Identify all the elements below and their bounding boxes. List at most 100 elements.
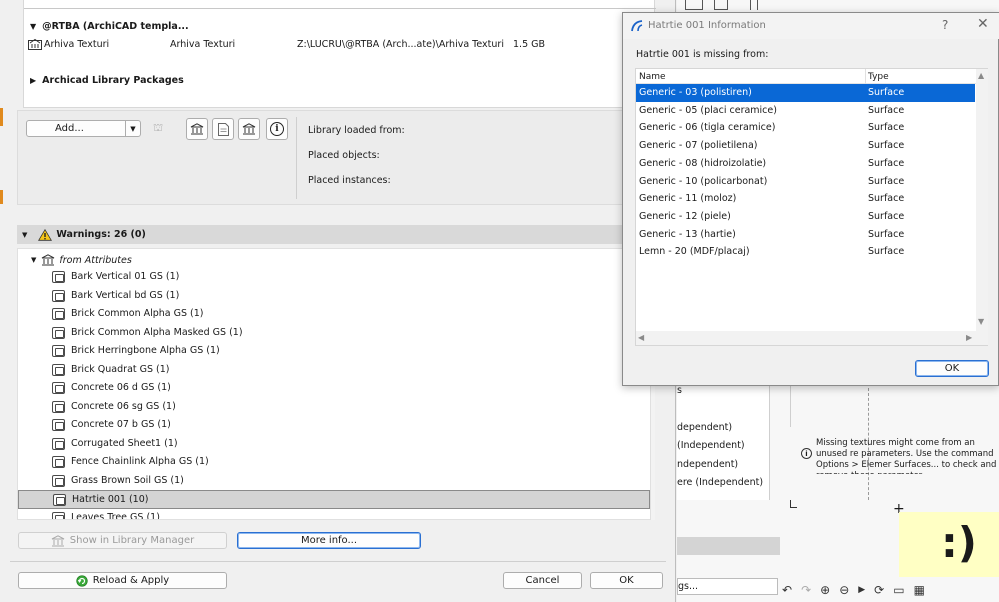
scroll-left-icon[interactable]: ◀ (638, 333, 644, 342)
box-icon[interactable] (714, 0, 728, 10)
table-row[interactable]: Generic - 08 (hidroizolatie) Surface (636, 155, 975, 173)
texture-label: Leaves Tree GS (1) (71, 511, 160, 519)
table-row[interactable]: Generic - 13 (hartie) Surface (636, 226, 975, 244)
pin-icon[interactable] (750, 0, 758, 10)
cube-icon[interactable] (685, 0, 703, 10)
library-group-packages[interactable]: ▶ Archicad Library Packages (30, 72, 330, 88)
show-in-library-manager-button[interactable]: Show in Library Manager (18, 532, 227, 549)
texture-list-item[interactable]: Fence Chainlink Alpha GS (1) (18, 453, 650, 472)
texture-label: Bark Vertical 01 GS (1) (71, 271, 180, 282)
column-header-type[interactable]: Type (868, 72, 889, 82)
row-name: Generic - 11 (moloz) (639, 193, 737, 205)
table-row[interactable]: Generic - 12 (piele) Surface (636, 208, 975, 226)
texture-list-item[interactable]: Corrugated Sheet1 (1) (18, 435, 650, 454)
table-row[interactable]: Generic - 11 (moloz) Surface (636, 190, 975, 208)
texture-list-item[interactable]: Concrete 06 sg GS (1) (18, 398, 650, 417)
row-name: Generic - 08 (hidroizolatie) (639, 157, 767, 169)
table-row[interactable]: Generic - 05 (placi ceramice) Surface (636, 102, 975, 120)
dialog-titlebar[interactable]: Hatrtie 001 Information ? ✕ (623, 13, 999, 39)
texture-list-item[interactable]: Grass Brown Soil GS (1) (18, 472, 650, 491)
add-button-label: Add... (55, 123, 84, 134)
info-button[interactable]: i (266, 118, 288, 140)
library-name-secondary: Arhiva Texturi (170, 39, 236, 50)
table-row[interactable]: Generic - 10 (policarbonat) Surface (636, 173, 975, 191)
texture-image-icon (53, 494, 66, 506)
chevron-down-icon[interactable]: ▼ (31, 256, 36, 264)
texture-label: Brick Common Alpha Masked GS (1) (71, 326, 243, 338)
warnings-header[interactable]: ▼ Warnings: 26 (0) (17, 225, 655, 244)
chevron-right-icon[interactable]: ▶ (858, 585, 865, 595)
texture-list-item[interactable]: Brick Herringbone Alpha GS (1) (18, 342, 650, 361)
texture-list-item[interactable]: Brick Quadrat GS (1) (18, 361, 650, 380)
vertical-scrollbar[interactable]: ▲ ▼ (976, 69, 988, 331)
undo-icon[interactable]: ↶ (782, 583, 792, 597)
chevron-down-icon[interactable]: ▼ (22, 231, 27, 239)
view-icon[interactable]: ▭ (893, 583, 904, 597)
redo-icon[interactable]: ↷ (801, 583, 811, 597)
crop-corner (790, 500, 797, 508)
more-info-button[interactable]: More info... (237, 532, 421, 549)
texture-list-item[interactable]: Hatrtie 001 (10) (18, 490, 650, 509)
table-row[interactable]: Generic - 03 (polistiren) Surface (636, 84, 975, 102)
library-group-rtba[interactable]: ▼ @RTBA (ArchiCAD templa... (30, 18, 330, 34)
texture-list-item[interactable]: Leaves Tree GS (1) (18, 509, 650, 519)
column-header-name[interactable]: Name (639, 72, 666, 82)
horizontal-scrollbar[interactable]: ◀ ▶ (636, 331, 988, 345)
row-type: Surface (868, 246, 905, 258)
dialog-ok-button[interactable]: OK (915, 360, 989, 377)
navigator-icon[interactable]: ▦ (914, 583, 925, 597)
bottom-input[interactable]: gs... (677, 578, 778, 595)
texture-image-icon (52, 363, 65, 376)
placed-objects-label: Placed objects: (308, 150, 380, 161)
row-type: Surface (868, 228, 905, 240)
scroll-down-icon[interactable]: ▼ (978, 317, 984, 326)
table-row[interactable]: Lemn - 20 (MDF/placaj) Surface (636, 243, 975, 261)
texture-list-item[interactable]: Concrete 07 b GS (1) (18, 416, 650, 435)
texture-list-item[interactable]: Brick Common Alpha GS (1) (18, 305, 650, 324)
chevron-right-icon[interactable]: ▶ (30, 76, 36, 85)
table-row[interactable]: Generic - 06 (tigla ceramice) Surface (636, 119, 975, 137)
remove-library-icon[interactable]: ⛫ (148, 120, 168, 137)
list-header: Name Type (636, 69, 976, 84)
texture-label: Brick Herringbone Alpha GS (1) (71, 345, 220, 356)
texture-image-icon (52, 326, 65, 339)
texture-label: Concrete 07 b GS (1) (71, 419, 171, 430)
chevron-down-icon[interactable]: ▼ (30, 22, 36, 31)
dialog-subtitle: Hatrtie 001 is missing from: (636, 49, 769, 60)
scroll-right-icon[interactable]: ▶ (966, 333, 972, 342)
row-type: Surface (868, 210, 905, 222)
texture-image-icon (52, 271, 65, 283)
placed-instances-label: Placed instances: (308, 175, 391, 186)
texture-list-item[interactable]: Bark Vertical bd GS (1) (18, 287, 650, 306)
info-icon: i (270, 122, 284, 136)
close-icon[interactable]: ✕ (977, 16, 989, 32)
add-button[interactable]: Add... (26, 120, 126, 137)
library-settings-button[interactable] (238, 118, 260, 140)
library-row[interactable]: Arhiva Texturi Arhiva Texturi Z:\LUCRU\@… (24, 36, 656, 53)
zoom-out-icon[interactable]: ⊖ (839, 583, 849, 597)
add-dropdown-button[interactable]: ▼ (125, 120, 141, 137)
row-name: Generic - 06 (tigla ceramice) (639, 122, 776, 134)
reload-icon (76, 574, 88, 587)
from-attributes-node[interactable]: ▼ from Attributes (31, 253, 132, 267)
ok-button[interactable]: OK (590, 572, 663, 589)
partial-item: ndependent) (677, 459, 739, 470)
pan-icon[interactable]: ⟳ (874, 583, 884, 597)
row-name: Generic - 03 (polistiren) (639, 87, 752, 98)
texture-label: Bark Vertical bd GS (1) (71, 289, 180, 301)
reload-apply-button[interactable]: Reload & Apply (18, 572, 227, 589)
scroll-up-icon[interactable]: ▲ (978, 71, 984, 80)
from-attributes-label: from Attributes (59, 254, 132, 266)
texture-list-item[interactable]: Concrete 06 d GS (1) (18, 379, 650, 398)
texture-list-item[interactable]: Bark Vertical 01 GS (1) (18, 268, 650, 287)
document-button[interactable] (212, 118, 234, 140)
help-icon[interactable]: ? (942, 18, 948, 32)
table-row[interactable]: Generic - 07 (polietilena) Surface (636, 137, 975, 155)
library-manager-button[interactable] (186, 118, 208, 140)
library-icon (42, 254, 55, 266)
zoom-in-icon[interactable]: ⊕ (820, 583, 830, 597)
reload-apply-label: Reload & Apply (92, 575, 170, 586)
texture-list-item[interactable]: Brick Common Alpha Masked GS (1) (18, 324, 650, 343)
cancel-button[interactable]: Cancel (503, 572, 582, 589)
column-divider[interactable] (865, 69, 866, 84)
